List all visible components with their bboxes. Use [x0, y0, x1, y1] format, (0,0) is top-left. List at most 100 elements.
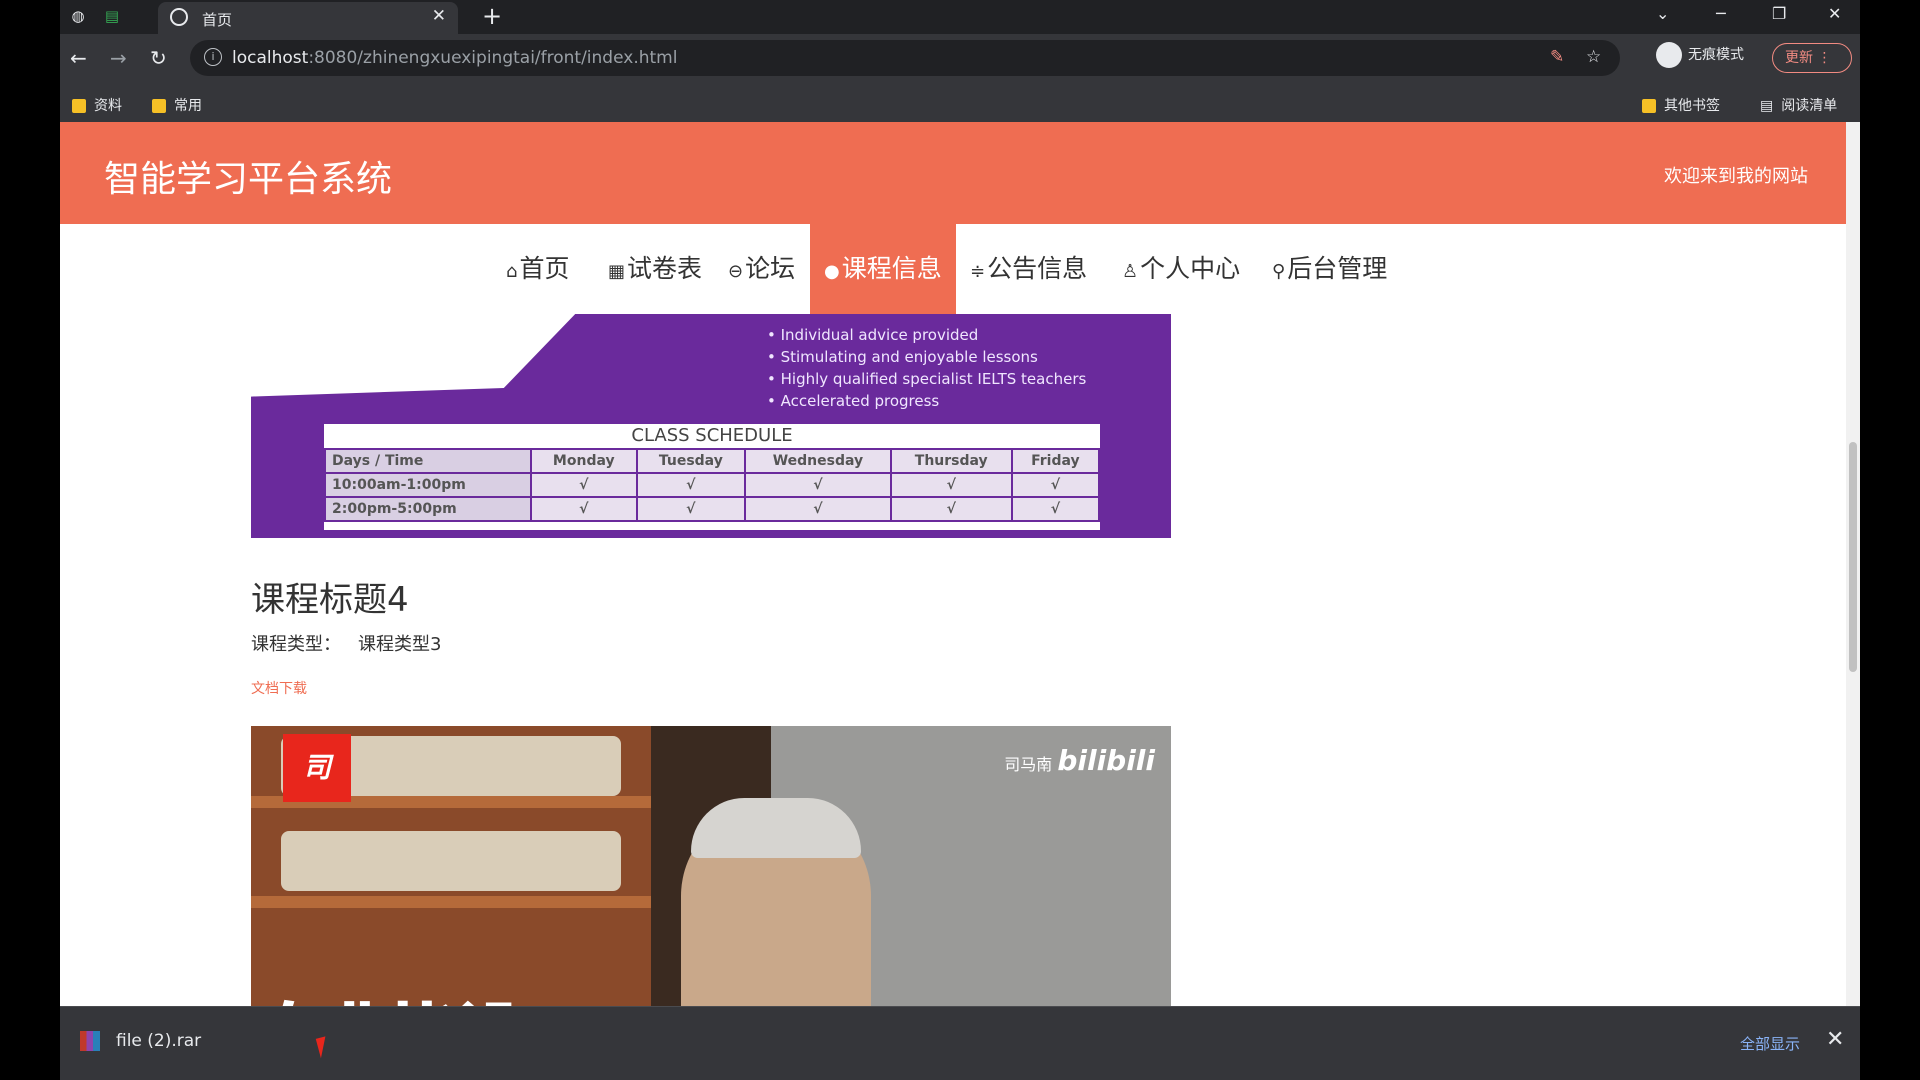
browser-toolbar: ← → ↻ i localhost:8080/zhinengxuexipingt…: [60, 34, 1860, 86]
nav-course-info[interactable]: ●课程信息: [810, 224, 956, 314]
tab-search-icon[interactable]: ⌄: [1656, 4, 1669, 23]
url-path: :8080/zhinengxuexipingtai/front/index.ht…: [308, 48, 678, 68]
globe-icon: [170, 8, 188, 26]
nav-forum[interactable]: ⊖论坛: [728, 224, 795, 314]
link-icon: ⚲: [1272, 261, 1286, 282]
course-type-value: 课程类型3: [358, 634, 442, 655]
translate-icon[interactable]: ✎: [1550, 47, 1564, 67]
update-button[interactable]: 更新 ⋮: [1772, 43, 1852, 73]
table-cell: √: [530, 496, 638, 522]
window-close-icon[interactable]: ✕: [1828, 4, 1841, 23]
close-icon[interactable]: ✕: [432, 6, 446, 26]
table-cell: √: [744, 472, 892, 498]
list-icon: ≑: [970, 261, 986, 282]
other-bookmarks[interactable]: 其他书签: [1642, 95, 1720, 115]
table-header-row: Days / Time Monday Tuesday Wednesday Thu…: [323, 448, 1101, 474]
bookmark-folder-1[interactable]: 资料: [72, 95, 122, 115]
table-cell: √: [635, 472, 747, 498]
home-icon: ⌂: [506, 261, 518, 282]
incognito-label: 无痕模式: [1688, 47, 1744, 63]
nav-personal-center[interactable]: ♙个人中心: [1122, 224, 1240, 314]
page-viewport: 智能学习平台系统 欢迎来到我的网站 ⌂首页 ▦试卷表 ⊖论坛 ●课程信息 ≑公告…: [60, 122, 1846, 1012]
main-nav: ⌂首页 ▦试卷表 ⊖论坛 ●课程信息 ≑公告信息 ♙个人中心 ⚲后台管理: [60, 224, 1846, 314]
grid-icon: ▦: [608, 261, 626, 282]
download-item[interactable]: file (2).rar: [80, 1031, 201, 1051]
class-schedule: CLASS SCHEDULE Days / Time Monday Tuesda…: [323, 424, 1101, 530]
folder-icon: [152, 99, 166, 113]
update-label: 更新: [1785, 50, 1813, 66]
table-row: 2:00pm-5:00pm √ √ √ √ √: [323, 496, 1101, 522]
nav-home[interactable]: ⌂首页: [506, 224, 569, 314]
nav-exam-papers[interactable]: ▦试卷表: [608, 224, 702, 314]
sheets-tab-icon[interactable]: ▤: [102, 6, 122, 26]
column-header: Days / Time: [323, 448, 533, 474]
reload-icon[interactable]: ↻: [150, 46, 167, 70]
incognito-indicator[interactable]: 无痕模式: [1656, 42, 1744, 68]
column-header: Tuesday: [635, 448, 747, 474]
new-tab-button[interactable]: +: [482, 2, 502, 30]
table-cell: √: [635, 496, 747, 522]
forward-icon[interactable]: →: [110, 46, 127, 70]
nav-label: 后台管理: [1287, 254, 1388, 283]
column-header: Thursday: [889, 448, 1013, 474]
course-banner-image: • Individual advice provided • Stimulati…: [251, 314, 1171, 538]
shelf-plank: [251, 896, 651, 908]
table-cell: √: [889, 496, 1013, 522]
nav-label: 首页: [519, 254, 570, 283]
close-icon[interactable]: ✕: [1826, 1027, 1844, 1052]
minimize-icon[interactable]: ─: [1716, 4, 1726, 23]
table-cell: 2:00pm-5:00pm: [323, 496, 533, 522]
page-scrollbar[interactable]: [1846, 122, 1860, 1012]
nav-announcements[interactable]: ≑公告信息: [970, 224, 1087, 314]
document-download-link[interactable]: 文档下载: [251, 678, 307, 698]
browser-window: ◍ ▤ 首页 ✕ + ⌄ ─ ❐ ✕ ← → ↻ i localhost:808…: [60, 0, 1860, 1080]
course-video[interactable]: 司 司马南 bilibili 专业毕设: [251, 726, 1171, 1012]
reading-list-label: 阅读清单: [1781, 98, 1838, 114]
tab-home[interactable]: 首页 ✕: [158, 2, 458, 34]
bullet-item: • Accelerated progress: [767, 392, 940, 410]
bookmark-label: 资料: [94, 98, 122, 114]
table-cell: √: [1010, 496, 1101, 522]
bookmark-star-icon[interactable]: ☆: [1586, 47, 1601, 67]
restore-icon[interactable]: ❐: [1772, 4, 1786, 23]
reading-list-icon: ▤: [1760, 98, 1774, 114]
globe-icon[interactable]: ◍: [68, 6, 88, 26]
bullet-item: • Stimulating and enjoyable lessons: [767, 348, 1038, 366]
channel-badge: 司: [283, 734, 351, 802]
tab-strip: ◍ ▤ 首页 ✕ + ⌄ ─ ❐ ✕: [60, 0, 1860, 34]
video-watermark: 司马南 bilibili: [1004, 744, 1155, 777]
scrollbar-thumb[interactable]: [1849, 442, 1857, 672]
site-title: 智能学习平台系统: [104, 159, 393, 200]
incognito-icon: [1656, 42, 1682, 68]
table-cell: √: [530, 472, 638, 498]
column-header: Monday: [530, 448, 638, 474]
nav-label: 课程信息: [841, 254, 942, 283]
tab-title: 首页: [202, 11, 233, 29]
table-cell: √: [1010, 472, 1101, 498]
table-cell: √: [889, 472, 1013, 498]
course-type-label: 课程类型：: [251, 634, 341, 655]
info-icon[interactable]: i: [204, 48, 222, 66]
bilibili-logo: bilibili: [1057, 744, 1155, 777]
speaker-hair: [691, 798, 861, 858]
url-text[interactable]: localhost:8080/zhinengxuexipingtai/front…: [232, 48, 677, 68]
reading-list[interactable]: ▤ 阅读清单: [1760, 95, 1837, 115]
site-header: 智能学习平台系统 欢迎来到我的网站: [60, 122, 1846, 224]
forum-icon: ⊖: [728, 261, 744, 282]
address-bar[interactable]: i localhost:8080/zhinengxuexipingtai/fro…: [190, 40, 1620, 76]
welcome-text: 欢迎来到我的网站: [1664, 166, 1808, 187]
table-row: 10:00am-1:00pm √ √ √ √ √: [323, 472, 1101, 498]
nav-label: 个人中心: [1140, 254, 1241, 283]
table-cell: 10:00am-1:00pm: [323, 472, 533, 498]
bookmarks-bar: 资料 常用 其他书签 ▤ 阅读清单: [60, 86, 1860, 123]
bullet-item: • Highly qualified specialist IELTS teac…: [767, 370, 1087, 388]
other-bookmarks-label: 其他书签: [1664, 98, 1720, 114]
course-icon: ●: [824, 261, 840, 282]
folder-icon: [1642, 99, 1656, 113]
show-all-button[interactable]: 全部显示: [1740, 1033, 1800, 1054]
bullet-item: • Individual advice provided: [767, 326, 979, 344]
nav-admin[interactable]: ⚲后台管理: [1272, 224, 1387, 314]
bookmark-folder-2[interactable]: 常用: [152, 95, 202, 115]
url-host: localhost: [232, 48, 309, 68]
back-icon[interactable]: ←: [70, 46, 87, 70]
